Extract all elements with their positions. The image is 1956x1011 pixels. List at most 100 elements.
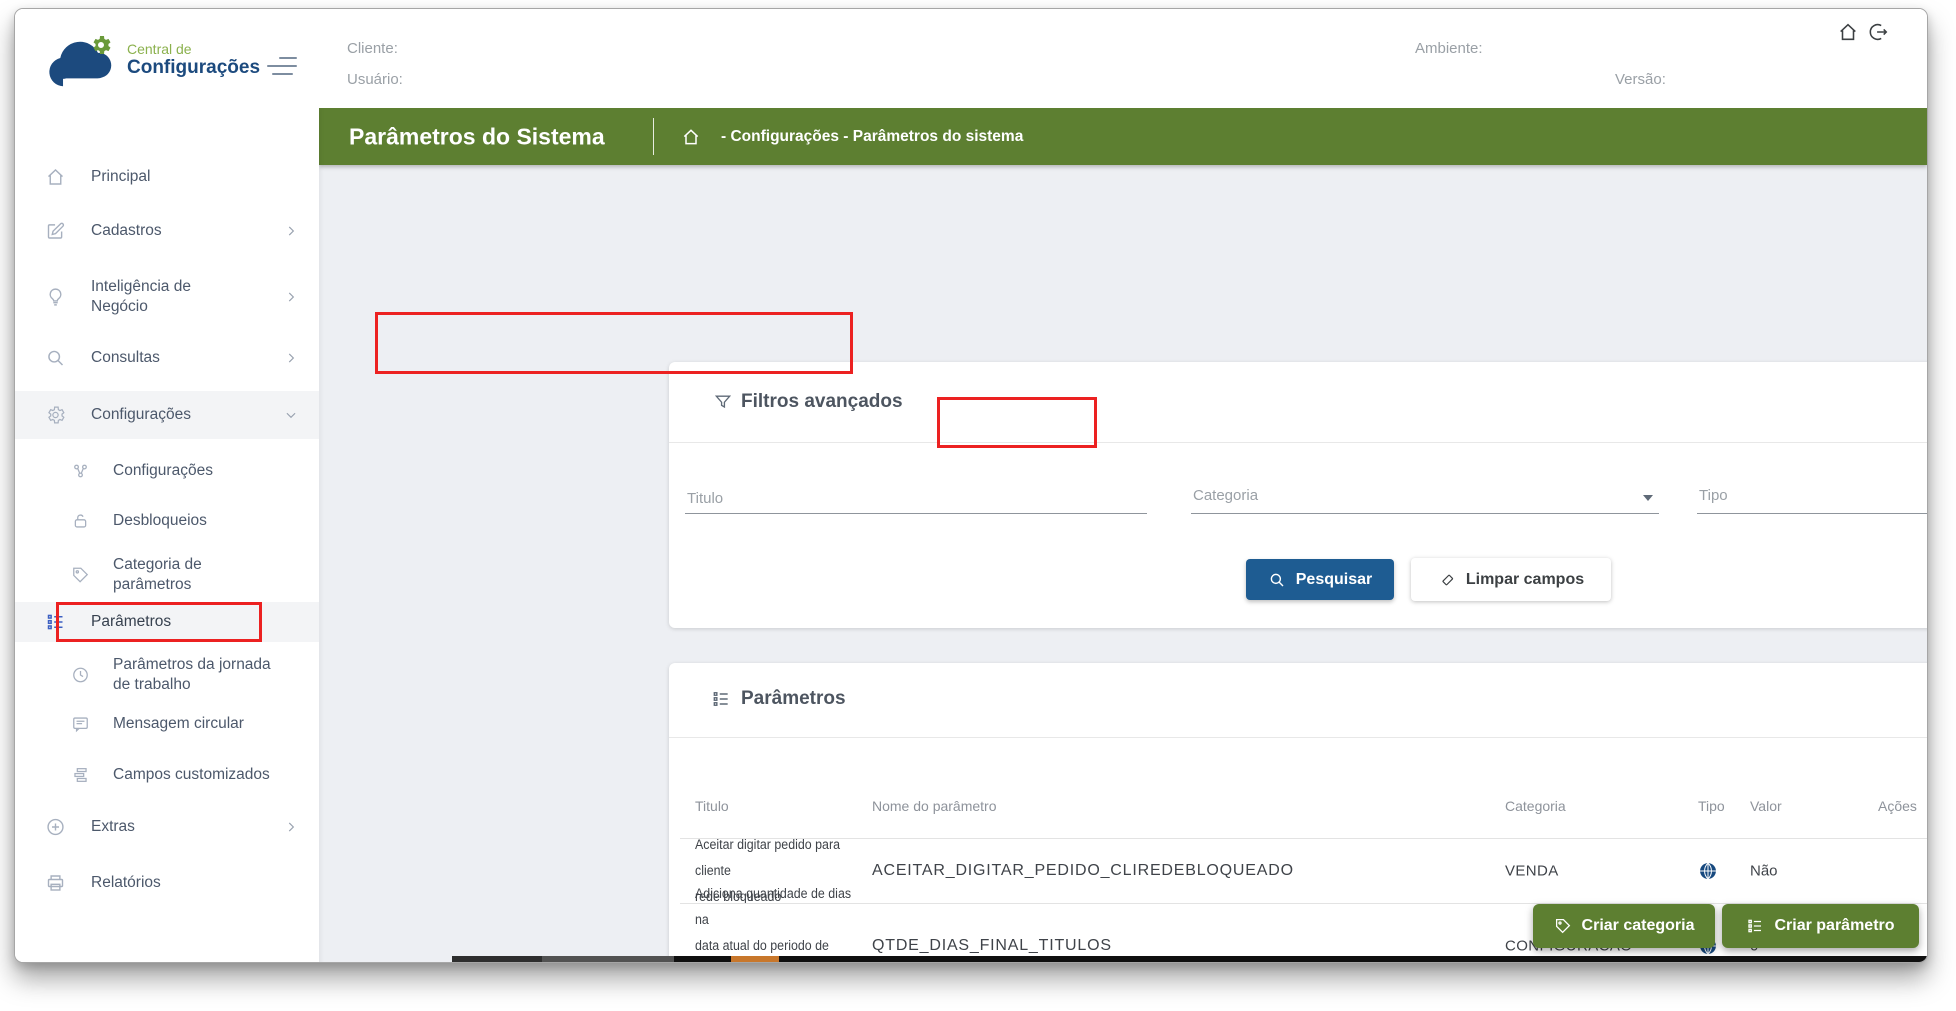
sidebar-item-label: Inteligência de Negócio — [91, 277, 191, 317]
unlock-icon — [71, 512, 90, 531]
sidebar-subitem-mensagem-circular[interactable]: Mensagem circular — [15, 706, 319, 742]
cell-nome: ACEITAR_DIGITAR_PEDIDO_CLIREDEBLOQUEADO — [872, 862, 1294, 880]
sidebar-item-relatorios[interactable]: Relatórios — [15, 865, 319, 901]
pencil-square-icon — [45, 221, 66, 242]
search-button-label: Pesquisar — [1296, 571, 1372, 589]
clock-icon — [71, 666, 90, 685]
bottom-edge-strip — [452, 956, 1927, 963]
column-header-tipo: Tipo — [1698, 798, 1725, 814]
titulo-input[interactable] — [687, 490, 1126, 507]
sidebar-item-principal[interactable]: Principal — [15, 159, 319, 195]
stacked-fields-icon — [71, 766, 90, 785]
breadcrumb-home-icon[interactable] — [681, 127, 701, 147]
lightbulb-icon — [45, 287, 66, 308]
header-divider — [653, 118, 654, 155]
categoria-select[interactable]: Categoria — [1191, 468, 1659, 514]
parameters-divider — [669, 737, 1928, 738]
share-nodes-icon — [71, 462, 90, 481]
sidebar-item-extras[interactable]: Extras — [15, 809, 319, 845]
globe-icon — [1698, 861, 1718, 881]
home-icon[interactable] — [1837, 21, 1859, 43]
sidebar-item-label: Categoria de parâmetros — [113, 555, 202, 595]
chevron-right-icon — [284, 290, 298, 304]
create-category-button[interactable]: Criar categoria — [1533, 904, 1715, 948]
column-header-nome: Nome do parâmetro — [872, 798, 997, 814]
page-title: Parâmetros do Sistema — [349, 123, 605, 150]
column-header-acoes: Ações — [1878, 798, 1917, 814]
sidebar-subitem-parametros[interactable]: Parâmetros — [15, 604, 319, 640]
content-area: Filtros avançados Categoria Tipo Pesquis… — [319, 165, 1927, 962]
message-icon — [71, 715, 90, 734]
table-header-row: Titulo Nome do parâmetro Categoria Tipo … — [680, 798, 1928, 828]
logo-text-line1: Central de — [127, 41, 192, 57]
cell-titulo: Adiciona quantidade de dias na data atua… — [695, 881, 859, 963]
printer-icon — [45, 873, 66, 894]
filters-divider — [669, 442, 1928, 443]
chevron-right-icon — [284, 351, 298, 365]
cell-nome: QTDE_DIAS_FINAL_TITULOS — [872, 937, 1112, 955]
list-icon — [1746, 917, 1764, 935]
sidebar-subitem-parametros-jornada[interactable]: Parâmetros da jornada de trabalho — [15, 649, 319, 701]
tag-icon — [1554, 917, 1572, 935]
cell-valor: Não — [1750, 863, 1778, 880]
sidebar-item-label: Consultas — [91, 348, 160, 368]
clear-fields-label: Limpar campos — [1466, 571, 1584, 589]
logo-text-line2: Configurações — [127, 57, 260, 79]
sidebar-item-label: Principal — [91, 167, 150, 187]
sidebar-subitem-campos-customizados[interactable]: Campos customizados — [15, 757, 319, 793]
search-icon — [45, 348, 66, 369]
client-label: Cliente: — [347, 40, 398, 57]
app-window: Central de Configurações Cliente: Usuári… — [14, 8, 1928, 963]
tipo-select[interactable]: Tipo — [1697, 468, 1928, 514]
column-header-categoria: Categoria — [1505, 798, 1566, 814]
sidebar-item-configuracoes[interactable]: Configurações — [15, 397, 319, 433]
sidebar-subitem-configuracoes[interactable]: Configurações — [15, 453, 319, 489]
strip-segment — [542, 956, 674, 963]
filter-funnel-icon — [713, 392, 733, 412]
tag-icon — [71, 566, 90, 585]
sidebar-item-cadastros[interactable]: Cadastros — [15, 213, 319, 249]
sidebar-item-label: Desbloqueios — [113, 511, 207, 531]
sidebar-item-label: Configurações — [113, 461, 213, 481]
search-button[interactable]: Pesquisar — [1246, 559, 1394, 600]
sidebar-item-label: Cadastros — [91, 221, 162, 241]
breadcrumb: - Configurações - Parâmetros do sistema — [721, 128, 1023, 146]
tipo-select-label: Tipo — [1699, 487, 1728, 504]
sidebar-item-consultas[interactable]: Consultas — [15, 340, 319, 376]
cell-categoria: VENDA — [1505, 863, 1559, 880]
strip-segment — [452, 956, 542, 963]
sidebar-item-label: Mensagem circular — [113, 714, 244, 734]
environment-label: Ambiente: — [1415, 40, 1483, 57]
strip-segment-orange — [731, 956, 779, 963]
create-parameter-label: Criar parâmetro — [1774, 917, 1894, 935]
sidebar-item-label: Parâmetros — [91, 612, 171, 632]
sidebar-item-label: Extras — [91, 817, 135, 837]
search-icon — [1268, 571, 1286, 589]
sidebar: Principal Cadastros Inteligência de Negó… — [15, 108, 319, 963]
chevron-right-icon — [284, 224, 298, 238]
sidebar-item-inteligencia-de-negocio[interactable]: Inteligência de Negócio — [15, 271, 319, 323]
gear-icon — [45, 405, 66, 426]
advanced-filters-panel: Filtros avançados Categoria Tipo Pesquis… — [669, 362, 1928, 628]
eraser-icon — [1438, 571, 1456, 589]
logout-icon[interactable] — [1867, 21, 1889, 43]
page-header-bar: Parâmetros do Sistema - Configurações - … — [319, 108, 1927, 165]
categoria-select-label: Categoria — [1193, 487, 1258, 504]
create-parameter-button[interactable]: Criar parâmetro — [1722, 904, 1919, 948]
screenshot-canvas: Central de Configurações Cliente: Usuári… — [0, 0, 1956, 1011]
filters-title: Filtros avançados — [741, 391, 903, 413]
sidebar-item-label: Parâmetros da jornada de trabalho — [113, 655, 271, 695]
chevron-right-icon — [284, 820, 298, 834]
caret-down-icon — [1643, 495, 1653, 501]
column-header-titulo: Titulo — [695, 798, 729, 814]
sidebar-subitem-categoria-de-parametros[interactable]: Categoria de parâmetros — [15, 549, 319, 601]
menu-toggle-icon[interactable] — [267, 54, 297, 78]
sidebar-subitem-desbloqueios[interactable]: Desbloqueios — [15, 503, 319, 539]
column-header-valor: Valor — [1750, 798, 1782, 814]
clear-fields-button[interactable]: Limpar campos — [1411, 558, 1611, 601]
create-category-label: Criar categoria — [1582, 917, 1695, 935]
parameters-title: Parâmetros — [741, 688, 846, 710]
user-label: Usuário: — [347, 71, 403, 88]
titulo-field[interactable] — [685, 468, 1147, 514]
plus-circle-icon — [45, 817, 66, 838]
